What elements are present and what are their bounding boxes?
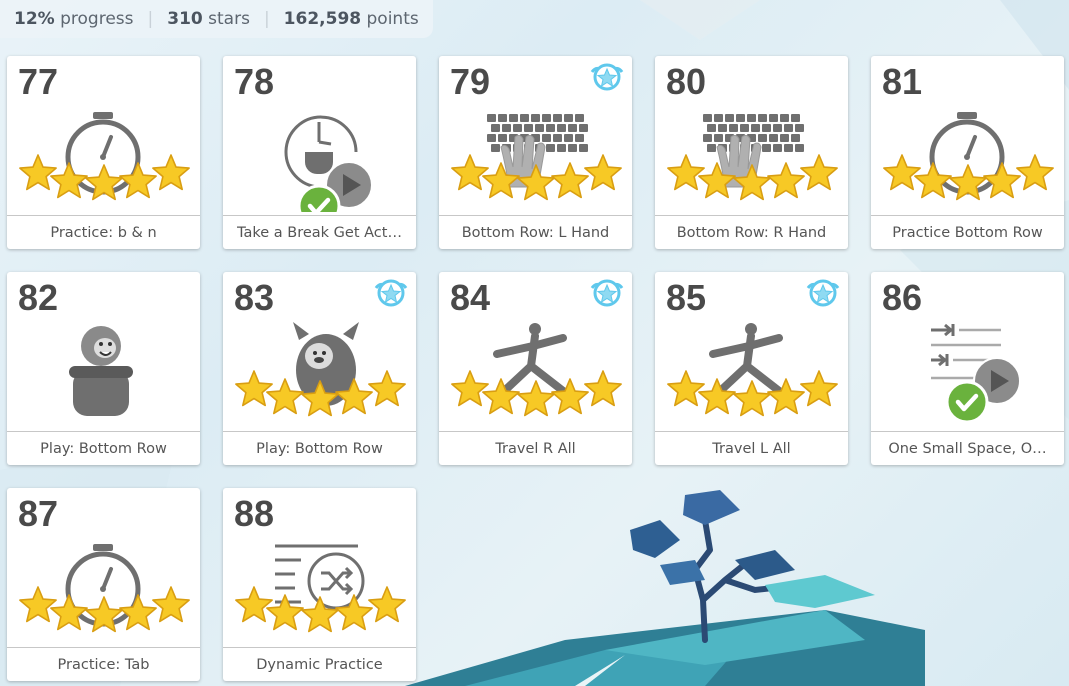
star-icon xyxy=(767,378,805,415)
bonsai-tree-illustration xyxy=(405,490,925,686)
star-icon xyxy=(451,370,489,407)
stat-separator: | xyxy=(147,9,154,29)
star-rating xyxy=(451,154,622,201)
lesson-label: Travel R All xyxy=(439,431,632,465)
star-icon xyxy=(368,586,406,623)
completed-check-icon xyxy=(297,184,341,212)
star-icon xyxy=(800,154,838,191)
star-icon xyxy=(551,378,589,415)
star-icon xyxy=(85,164,123,201)
lesson-label: Play: Bottom Row xyxy=(223,431,416,465)
lesson-label: One Small Space, O… xyxy=(871,431,1064,465)
star-rating xyxy=(667,370,838,417)
star-icon xyxy=(767,162,805,199)
star-rating xyxy=(19,586,190,633)
points-stat: 162,598 points xyxy=(283,9,419,29)
star-icon xyxy=(119,162,157,199)
lesson-card-79[interactable]: 79 Bottom Row: L Hand xyxy=(439,56,632,249)
star-icon xyxy=(949,164,987,201)
lesson-label: Travel L All xyxy=(655,431,848,465)
tab-lines-icon xyxy=(931,323,1021,424)
stats-bar: 12% progress | 310 stars | 162,598 point… xyxy=(0,0,433,38)
star-icon xyxy=(551,162,589,199)
star-rating xyxy=(235,370,406,417)
star-icon xyxy=(517,380,555,417)
star-icon xyxy=(667,370,705,407)
star-icon xyxy=(119,594,157,631)
star-badge-icon xyxy=(374,279,408,307)
star-icon xyxy=(733,164,771,201)
star-icon xyxy=(584,370,622,407)
star-badge-icon xyxy=(806,279,840,307)
lesson-card-88[interactable]: 88 Dynamic Practice xyxy=(223,488,416,681)
star-rating xyxy=(451,370,622,417)
star-icon xyxy=(152,586,190,623)
lesson-card-84[interactable]: 84 Travel R All xyxy=(439,272,632,465)
lesson-card-77[interactable]: 77 Practice: b & n xyxy=(7,56,200,249)
star-rating xyxy=(235,586,406,633)
lesson-label: Take a Break Get Act… xyxy=(223,215,416,249)
star-icon xyxy=(19,154,57,191)
lesson-card-80[interactable]: 80 Bottom Row: R Hand xyxy=(655,56,848,249)
star-icon xyxy=(451,154,489,191)
star-rating xyxy=(19,154,190,201)
star-icon xyxy=(1016,154,1054,191)
star-icon xyxy=(800,370,838,407)
lesson-label: Bottom Row: L Hand xyxy=(439,215,632,249)
progress-stat: 12% progress xyxy=(14,9,134,29)
star-icon xyxy=(368,370,406,407)
star-rating xyxy=(883,154,1054,201)
star-icon xyxy=(235,370,273,407)
star-icon xyxy=(733,380,771,417)
star-icon xyxy=(335,594,373,631)
star-icon xyxy=(85,596,123,633)
star-icon xyxy=(152,154,190,191)
lesson-card-81[interactable]: 81 Practice Bottom Row xyxy=(871,56,1064,249)
star-icon xyxy=(584,154,622,191)
stat-separator: | xyxy=(263,9,270,29)
lesson-card-82[interactable]: 82 Play: Bottom Row xyxy=(7,272,200,465)
star-icon xyxy=(235,586,273,623)
star-icon xyxy=(19,586,57,623)
lesson-label: Practice: Tab xyxy=(7,647,200,681)
star-badge-icon xyxy=(590,63,624,91)
star-icon xyxy=(335,378,373,415)
star-badge-icon xyxy=(590,279,624,307)
star-icon xyxy=(301,596,339,633)
star-icon xyxy=(517,164,555,201)
lesson-card-83[interactable]: 83 Play: Bottom Row xyxy=(223,272,416,465)
star-icon xyxy=(667,154,705,191)
stars-stat: 310 stars xyxy=(167,9,250,29)
lesson-card-78[interactable]: 78 Take a Break Get Act… xyxy=(223,56,416,249)
game-character-icon xyxy=(69,326,133,416)
star-icon xyxy=(883,154,921,191)
star-rating xyxy=(667,154,838,201)
lesson-card-85[interactable]: 85 Travel L All xyxy=(655,272,848,465)
lesson-label: Bottom Row: R Hand xyxy=(655,215,848,249)
break-clock-icon xyxy=(284,115,373,212)
star-icon xyxy=(983,162,1021,199)
completed-check-icon xyxy=(945,380,989,424)
lesson-label: Practice: b & n xyxy=(7,215,200,249)
lesson-label: Dynamic Practice xyxy=(223,647,416,681)
lesson-label: Play: Bottom Row xyxy=(7,431,200,465)
lesson-label: Practice Bottom Row xyxy=(871,215,1064,249)
star-icon xyxy=(301,380,339,417)
lesson-card-86[interactable]: 86 One Small Space, O… xyxy=(871,272,1064,465)
lesson-card-87[interactable]: 87 Practice: Tab xyxy=(7,488,200,681)
